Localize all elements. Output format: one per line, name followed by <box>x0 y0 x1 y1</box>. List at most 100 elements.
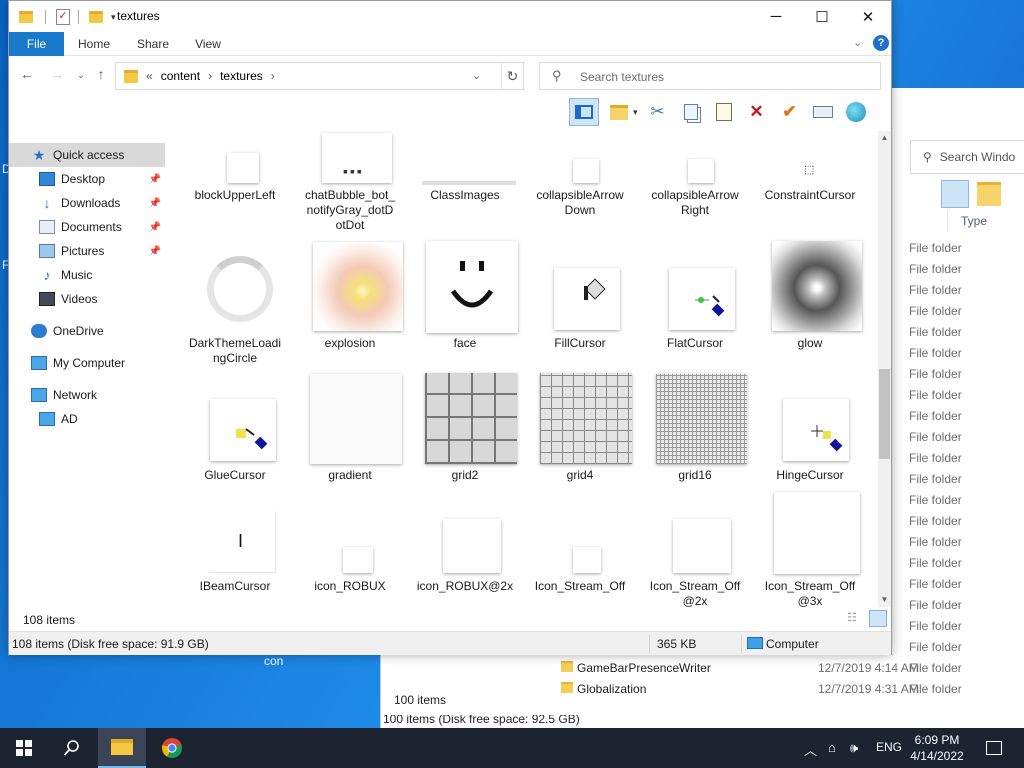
properties-icon[interactable] <box>977 182 1001 206</box>
address-bar[interactable]: « content › textures › ⌄ ↻ <box>115 62 524 90</box>
file-item[interactable]: collapsibleArrow Down <box>525 131 635 607</box>
delete-icon[interactable]: ✕ <box>744 99 770 125</box>
file-item[interactable]: grid4 <box>525 131 635 607</box>
file-thumbnail[interactable] <box>669 268 735 330</box>
background-list-row[interactable]: Globalization 12/7/2019 4:31 AM File folde… <box>381 679 1024 700</box>
pin-icon[interactable]: 📌 <box>149 246 161 257</box>
file-item[interactable]: Icon_Stream_Off @2x <box>640 131 750 607</box>
file-thumbnail[interactable] <box>210 399 276 461</box>
file-item[interactable]: gradient <box>295 131 405 607</box>
properties-check-icon[interactable]: ✓ <box>56 9 70 25</box>
chevron-right-icon[interactable]: › <box>208 69 212 83</box>
network-icon[interactable]: ⌂ <box>828 740 836 755</box>
file-thumbnail[interactable] <box>199 250 283 332</box>
file-thumbnail[interactable] <box>540 373 632 464</box>
pin-icon[interactable]: 📌 <box>149 174 161 185</box>
file-item[interactable]: icon_ROBUX@2x <box>410 131 520 607</box>
file-thumbnail[interactable]: I <box>210 511 276 573</box>
file-item[interactable]: FlatCursor <box>640 131 750 607</box>
file-thumbnail[interactable] <box>573 159 599 183</box>
nav-item-network[interactable]: Network <box>9 383 165 407</box>
nav-item-pictures[interactable]: Pictures 📌 <box>9 239 165 263</box>
tab-file[interactable]: File <box>9 32 64 56</box>
paste-icon[interactable] <box>711 99 737 125</box>
file-thumbnail[interactable] <box>688 159 714 183</box>
chevron-right-icon[interactable]: › <box>271 69 275 83</box>
notifications-icon[interactable] <box>976 728 1012 768</box>
minimize-button[interactable]: ─ <box>753 1 799 32</box>
pin-icon[interactable]: 📌 <box>149 222 161 233</box>
details-view-icon[interactable]: ☷ <box>847 611 863 625</box>
up-arrow-icon[interactable]: ↑ <box>91 66 111 82</box>
file-thumbnail[interactable] <box>554 268 620 330</box>
nav-item-videos[interactable]: Videos <box>9 287 165 311</box>
nav-item-onedrive[interactable]: OneDrive <box>9 319 165 343</box>
tab-home[interactable]: Home <box>71 32 117 56</box>
file-thumbnail[interactable] <box>573 547 601 573</box>
clock[interactable]: 6:09 PM 4/14/2022 <box>902 732 972 764</box>
copy-icon[interactable] <box>678 99 704 125</box>
breadcrumb-content[interactable]: content <box>161 69 200 83</box>
preview-pane-icon[interactable] <box>569 98 599 126</box>
file-thumbnail[interactable] <box>227 153 259 183</box>
file-item[interactable]: icon_ROBUX <box>295 131 405 607</box>
file-item[interactable]: ClassImages <box>410 131 520 607</box>
preview-pane-icon[interactable] <box>941 180 969 208</box>
file-item[interactable]: glow <box>755 131 865 607</box>
expand-ribbon-icon[interactable]: ⌄ <box>853 36 862 49</box>
pin-icon[interactable]: 📌 <box>149 198 161 209</box>
file-item[interactable]: grid16 <box>640 131 750 607</box>
title-bar[interactable]: ✓ ▾ textures ─ ☐ ✕ <box>9 1 891 32</box>
file-thumbnail[interactable] <box>772 241 862 331</box>
breadcrumb-overflow[interactable]: « <box>146 69 153 83</box>
background-list-row[interactable]: GameBarPresenceWriter 12/7/2019 4:14 AM Fi… <box>381 658 1024 679</box>
file-thumbnail[interactable] <box>422 181 516 185</box>
background-search-box[interactable]: ⚲ Search Windo <box>910 140 1024 174</box>
chevron-down-icon[interactable]: ▾ <box>633 107 638 118</box>
file-item[interactable]: Icon_Stream_Off <box>525 131 635 607</box>
file-item[interactable]: grid2 <box>410 131 520 607</box>
address-dropdown-icon[interactable]: ⌄ <box>472 69 481 82</box>
scroll-up-icon[interactable]: ▲ <box>878 133 891 142</box>
file-item[interactable]: I IBeamCursor <box>180 131 290 607</box>
show-hidden-icons-icon[interactable]: ︿ <box>804 740 817 759</box>
explorer-window[interactable]: ✓ ▾ textures ─ ☐ ✕ File Home Share View … <box>8 0 892 655</box>
nav-item-downloads[interactable]: ↓ Downloads 📌 <box>9 191 165 215</box>
recent-locations-icon[interactable]: ⌄ <box>71 70 91 81</box>
customize-dropdown-icon[interactable]: ▾ <box>111 12 116 23</box>
file-item[interactable]: collapsibleArrow Right <box>640 131 750 607</box>
file-thumbnail[interactable]: ⬚ <box>796 161 826 185</box>
chrome-taskbar-button[interactable] <box>148 728 196 768</box>
file-item[interactable]: GlueCursor <box>180 131 290 607</box>
search-icon[interactable] <box>48 728 96 768</box>
file-item[interactable]: FillCursor <box>525 131 635 607</box>
tab-view[interactable]: View <box>185 32 231 56</box>
nav-item-desktop[interactable]: Desktop 📌 <box>9 167 165 191</box>
scrollbar-thumb[interactable] <box>879 369 890 459</box>
folder-icon[interactable] <box>19 11 33 23</box>
refresh-icon[interactable]: ↻ <box>501 63 523 89</box>
file-thumbnail[interactable] <box>425 373 517 464</box>
nav-item-ad[interactable]: AD <box>9 407 165 431</box>
file-thumbnail[interactable] <box>310 374 402 464</box>
nav-item-documents[interactable]: Documents 📌 <box>9 215 165 239</box>
column-divider[interactable] <box>947 210 948 232</box>
select-icon[interactable] <box>810 99 836 125</box>
type-column-header[interactable]: Type <box>961 214 987 228</box>
help-button[interactable]: ? <box>873 35 889 51</box>
back-arrow-icon[interactable]: ← <box>17 66 37 82</box>
forward-arrow-icon[interactable]: → <box>47 66 67 82</box>
file-item[interactable]: ▪▪▪ chatBubble_bot_ notifyGray_dotD otDot <box>295 131 405 607</box>
start-button[interactable] <box>0 728 48 768</box>
file-thumbnail[interactable] <box>426 241 518 333</box>
new-folder-icon[interactable] <box>89 11 103 23</box>
shell-icon[interactable] <box>843 99 869 125</box>
file-item[interactable]: HingeCursor <box>755 131 865 607</box>
large-icons-view-icon[interactable] <box>869 610 887 627</box>
file-thumbnail[interactable] <box>673 519 731 573</box>
rename-check-icon[interactable]: ✔ <box>777 99 803 125</box>
nav-item-quick-access[interactable]: ★ Quick access <box>9 143 165 167</box>
search-box[interactable]: ⚲ Search textures <box>539 62 881 90</box>
language-indicator[interactable]: ENG <box>876 740 902 754</box>
close-button[interactable]: ✕ <box>845 1 891 32</box>
